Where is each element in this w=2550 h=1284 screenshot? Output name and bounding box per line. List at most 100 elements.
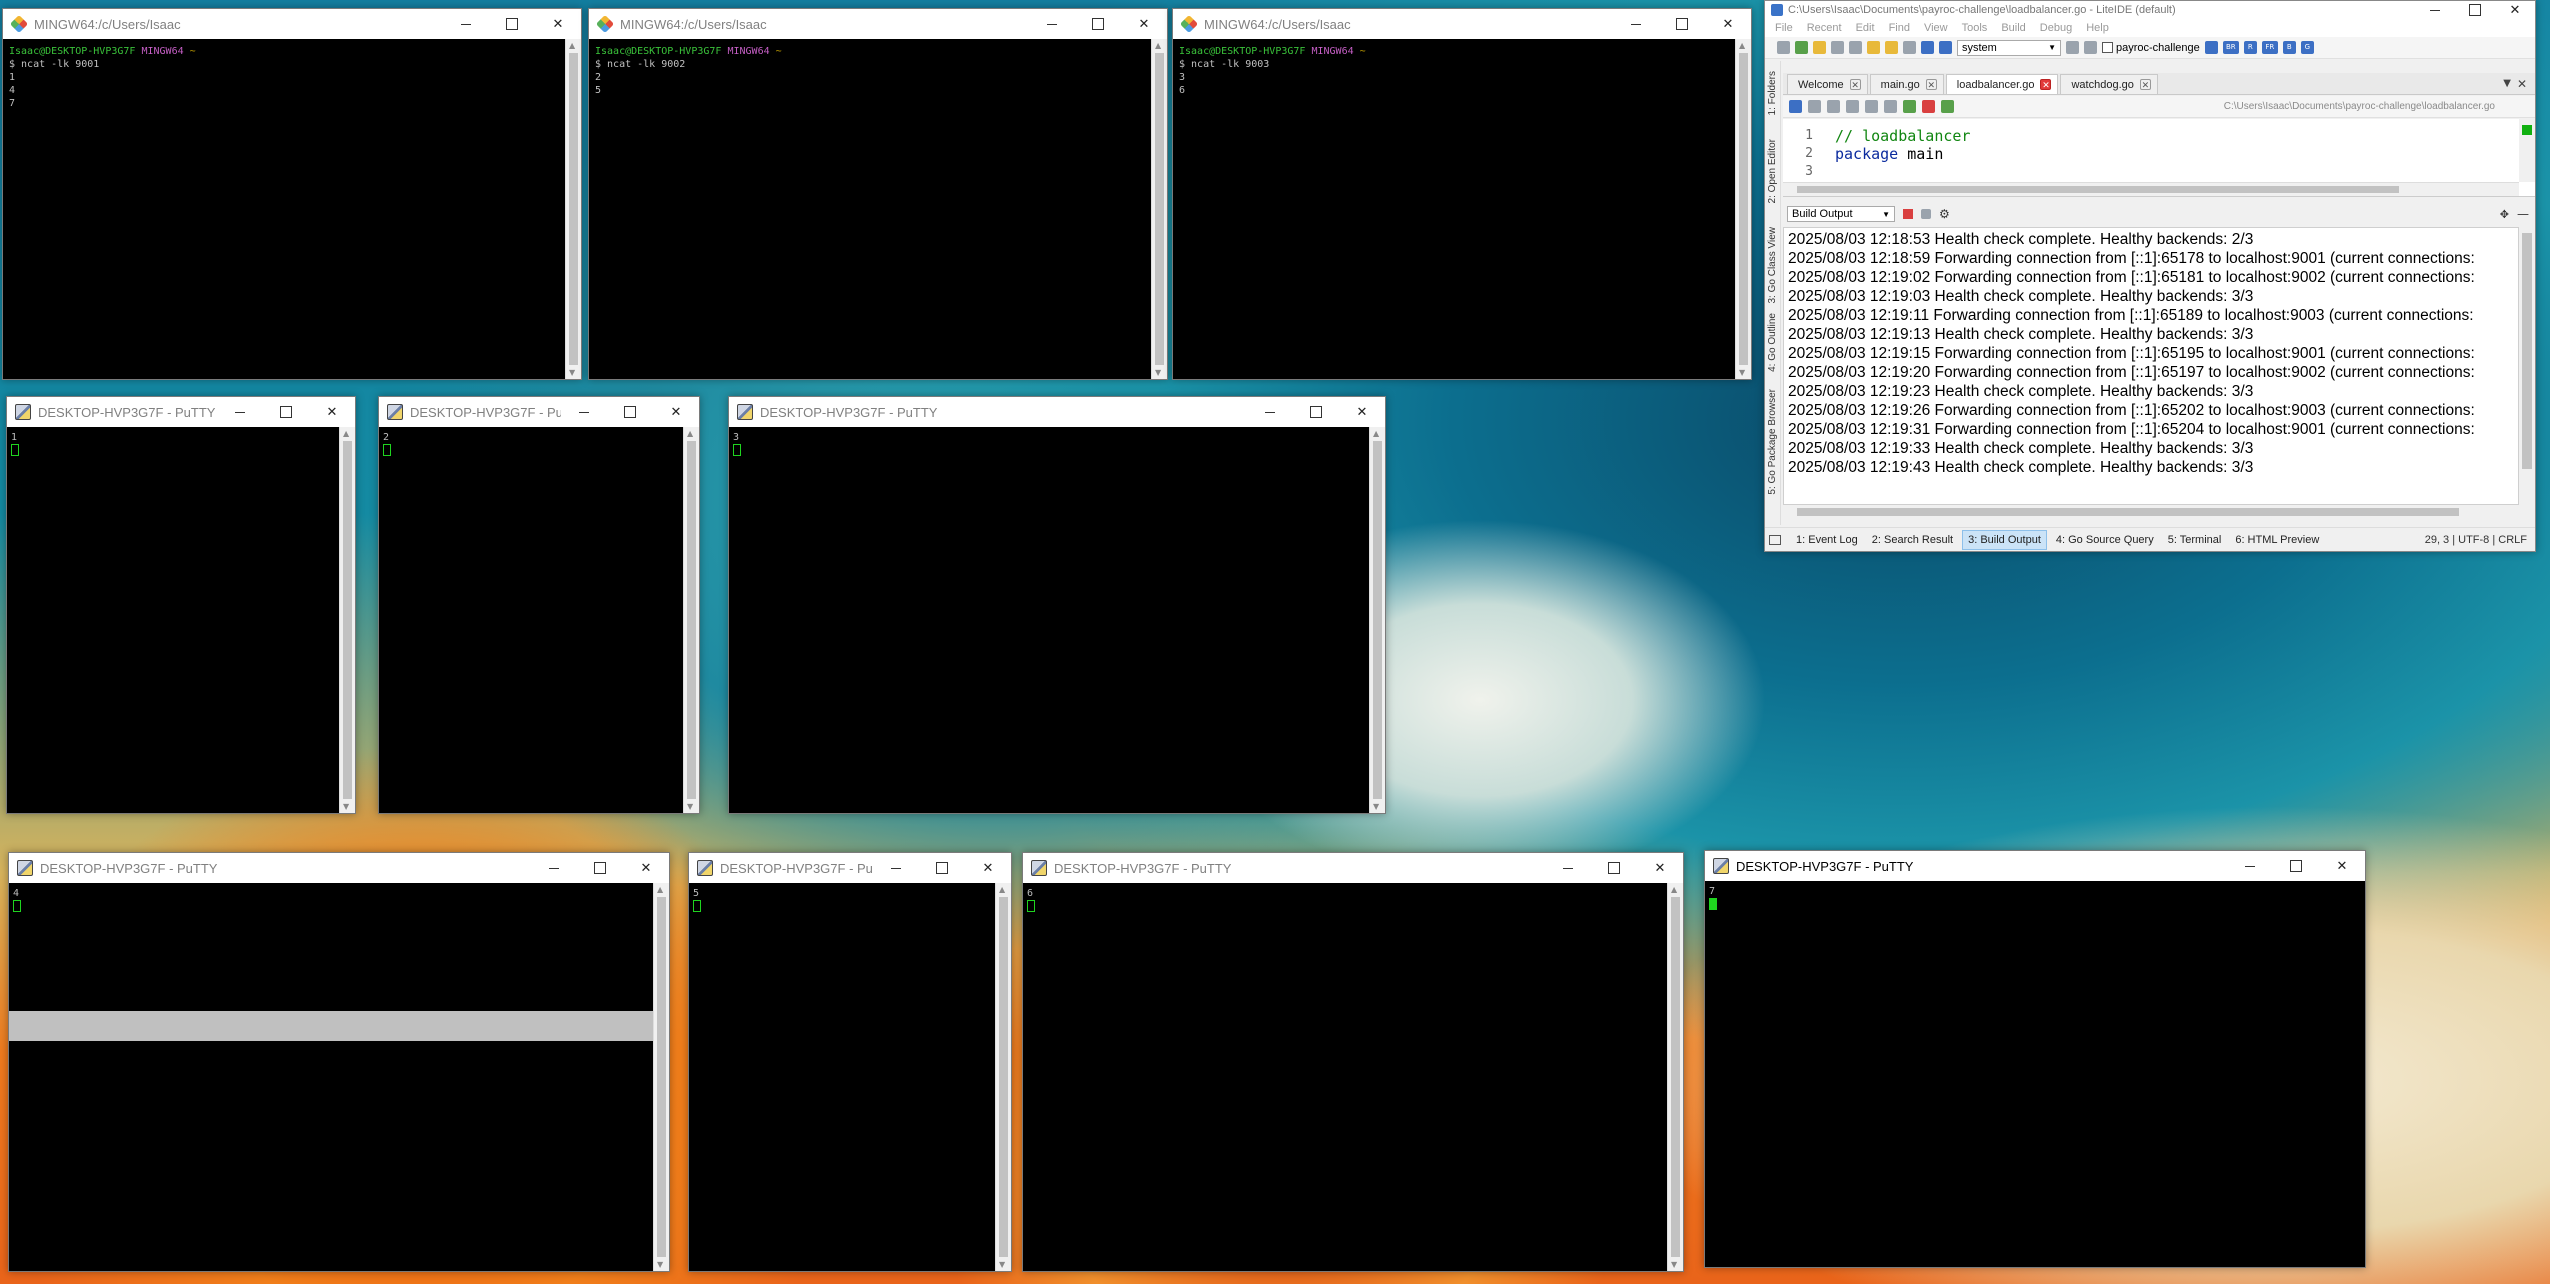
save-icon[interactable] bbox=[1831, 41, 1844, 54]
hide-panel-icon[interactable]: — bbox=[2517, 207, 2529, 221]
close-editor-icon[interactable]: ✕ bbox=[2517, 77, 2527, 91]
rail-go-outline[interactable]: 4: Go Outline bbox=[1767, 313, 1778, 372]
terminal-area[interactable]: 5 bbox=[689, 883, 995, 1271]
minimize-button[interactable] bbox=[873, 853, 919, 883]
putty-titlebar[interactable]: DESKTOP-HVP3G7F - PuTTY bbox=[729, 397, 1385, 427]
terminal-area[interactable]: Isaac@DESKTOP-HVP3G7F MINGW64 ~ $ ncat -… bbox=[3, 39, 565, 379]
maximize-button[interactable] bbox=[2455, 1, 2495, 19]
settings-gear-icon[interactable]: ⚙ bbox=[1939, 207, 1950, 221]
minimize-button[interactable] bbox=[1029, 9, 1075, 39]
vertical-scrollbar[interactable] bbox=[1151, 39, 1167, 379]
cut-icon[interactable] bbox=[1827, 100, 1840, 113]
putty-window-2[interactable]: DESKTOP-HVP3G7F - PuTTY 2 bbox=[378, 396, 700, 814]
terminal-area[interactable]: 2 bbox=[379, 427, 683, 813]
redo-icon[interactable] bbox=[1808, 100, 1821, 113]
vertical-scrollbar[interactable] bbox=[565, 39, 581, 379]
environment-select[interactable]: system ▼ bbox=[1957, 39, 2061, 56]
maximize-button[interactable] bbox=[1591, 853, 1637, 883]
mingw-window-2[interactable]: MINGW64:/c/Users/Isaac Isaac@DESKTOP-HVP… bbox=[588, 8, 1168, 380]
vertical-scrollbar[interactable] bbox=[1369, 427, 1385, 813]
close-button[interactable] bbox=[623, 853, 669, 883]
output-select[interactable]: Build Output ▼ bbox=[1787, 206, 1895, 222]
maximize-button[interactable] bbox=[1293, 397, 1339, 427]
minimize-button[interactable] bbox=[531, 853, 577, 883]
build-button[interactable]: B bbox=[2282, 41, 2296, 54]
maximize-button[interactable] bbox=[489, 9, 535, 39]
menu-help[interactable]: Help bbox=[2086, 22, 2109, 34]
refresh-icon[interactable] bbox=[2066, 41, 2079, 54]
copy-icon[interactable] bbox=[1846, 100, 1859, 113]
mingw-titlebar[interactable]: MINGW64:/c/Users/Isaac bbox=[3, 9, 581, 39]
code-text[interactable]: // loadbalancer package main bbox=[1835, 127, 1970, 163]
rail-go-class-view[interactable]: 3: Go Class View bbox=[1767, 227, 1778, 304]
terminal-area[interactable]: 7 bbox=[1705, 881, 2365, 1267]
stop-icon[interactable] bbox=[1903, 209, 1913, 219]
close-tab-icon[interactable]: ✕ bbox=[2040, 79, 2052, 90]
minimize-button[interactable] bbox=[443, 9, 489, 39]
close-button[interactable] bbox=[653, 397, 699, 427]
status-tab-search-result[interactable]: 2: Search Result bbox=[1867, 531, 1958, 549]
maximize-button[interactable] bbox=[607, 397, 653, 427]
output-vertical-scrollbar[interactable] bbox=[2519, 227, 2535, 505]
file-run-button[interactable]: FR bbox=[2261, 41, 2278, 54]
maximize-button[interactable] bbox=[919, 853, 965, 883]
tools-icon[interactable] bbox=[1903, 41, 1916, 54]
putty-titlebar[interactable]: DESKTOP-HVP3G7F - PuTTY bbox=[1023, 853, 1683, 883]
breakpoint-icon[interactable] bbox=[1922, 100, 1935, 113]
liteide-window[interactable]: C:\Users\Isaac\Documents\payroc-challeng… bbox=[1764, 0, 2536, 552]
mingw-titlebar[interactable]: MINGW64:/c/Users/Isaac bbox=[1173, 9, 1751, 39]
status-tab-build-output[interactable]: 3: Build Output bbox=[1962, 529, 2047, 550]
putty-titlebar[interactable]: DESKTOP-HVP3G7F - PuTTY bbox=[9, 853, 669, 883]
checkbox-box[interactable] bbox=[2102, 42, 2113, 53]
float-panel-icon[interactable]: ✥ bbox=[2500, 208, 2509, 221]
project-checkbox[interactable]: payroc-challenge bbox=[2102, 42, 2200, 54]
terminal-area[interactable]: 1 bbox=[7, 427, 339, 813]
menu-recent[interactable]: Recent bbox=[1807, 22, 1842, 34]
close-tab-icon[interactable]: ✕ bbox=[1925, 79, 1937, 90]
panel-toggle-icon[interactable] bbox=[1769, 534, 1781, 545]
tab-list-chevron-icon[interactable]: ▼ bbox=[2503, 78, 2511, 89]
maximize-button[interactable] bbox=[1659, 9, 1705, 39]
putty-titlebar[interactable]: DESKTOP-HVP3G7F - PuTTY bbox=[7, 397, 355, 427]
close-button[interactable] bbox=[535, 9, 581, 39]
menu-debug[interactable]: Debug bbox=[2040, 22, 2072, 34]
debug-icon[interactable] bbox=[1941, 100, 1954, 113]
putty-titlebar[interactable]: DESKTOP-HVP3G7F - PuTTY bbox=[1705, 851, 2365, 881]
vertical-scrollbar[interactable] bbox=[339, 427, 355, 813]
menu-view[interactable]: View bbox=[1924, 22, 1948, 34]
terminal-area[interactable]: 3 bbox=[729, 427, 1369, 813]
minimize-button[interactable] bbox=[1613, 9, 1659, 39]
putty-titlebar[interactable]: DESKTOP-HVP3G7F - PuTTY bbox=[689, 853, 1011, 883]
minimize-button[interactable] bbox=[217, 397, 263, 427]
run-button[interactable]: R bbox=[2243, 41, 2257, 54]
maximize-button[interactable] bbox=[1075, 9, 1121, 39]
liteide-titlebar[interactable]: C:\Users\Isaac\Documents\payroc-challeng… bbox=[1765, 1, 2535, 19]
menu-find[interactable]: Find bbox=[1889, 22, 1910, 34]
status-tab-html-preview[interactable]: 6: HTML Preview bbox=[2230, 531, 2324, 549]
maximize-button[interactable] bbox=[2273, 851, 2319, 881]
close-button[interactable] bbox=[2319, 851, 2365, 881]
close-button[interactable] bbox=[1339, 397, 1385, 427]
minimize-button[interactable] bbox=[1545, 853, 1591, 883]
tab-welcome[interactable]: Welcome ✕ bbox=[1787, 74, 1868, 94]
go-build-button[interactable]: G bbox=[2300, 41, 2314, 54]
back-icon[interactable] bbox=[1867, 41, 1880, 54]
rail-go-package-browser[interactable]: 5: Go Package Browser bbox=[1767, 389, 1778, 495]
close-tab-icon[interactable]: ✕ bbox=[1849, 79, 1861, 90]
terminal-area[interactable]: 4 bbox=[9, 883, 653, 1271]
open-file-icon[interactable] bbox=[1795, 41, 1808, 54]
minimize-button[interactable] bbox=[2227, 851, 2273, 881]
maximize-button[interactable] bbox=[263, 397, 309, 427]
vertical-scrollbar[interactable] bbox=[683, 427, 699, 813]
tab-main-go[interactable]: main.go ✕ bbox=[1869, 74, 1944, 94]
tab-watchdog-go[interactable]: watchdog.go ✕ bbox=[2060, 74, 2158, 94]
close-button[interactable] bbox=[309, 397, 355, 427]
undo-icon[interactable] bbox=[1789, 100, 1802, 113]
status-tab-terminal[interactable]: 5: Terminal bbox=[2163, 531, 2227, 549]
status-tab-event-log[interactable]: 1: Event Log bbox=[1791, 531, 1863, 549]
rail-folders[interactable]: 1: Folders bbox=[1767, 71, 1778, 115]
menu-file[interactable]: File bbox=[1775, 22, 1793, 34]
format-icon[interactable] bbox=[1884, 100, 1897, 113]
paste-icon[interactable] bbox=[1865, 100, 1878, 113]
clear-icon[interactable] bbox=[1921, 209, 1931, 219]
